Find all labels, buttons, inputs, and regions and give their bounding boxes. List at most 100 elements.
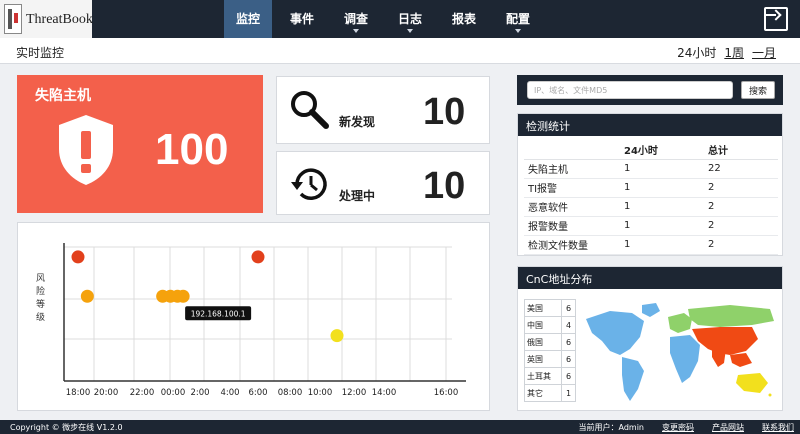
table-row[interactable]: 检测文件数量 1 2 — [524, 235, 778, 255]
cnc-distribution-panel: CnC地址分布 美国 6 中国 4 俄国 6 英国 6 土耳其 6 其它 1 — [517, 266, 783, 411]
x-tick-label: 00:00 — [161, 388, 186, 398]
row-total: 2 — [704, 197, 778, 217]
row-24h: 1 — [620, 197, 704, 217]
x-tick-label: 4:00 — [220, 388, 239, 398]
logout-icon[interactable] — [764, 7, 788, 31]
map-region-south-america — [622, 357, 644, 401]
product-site-link[interactable]: 产品网站 — [712, 422, 744, 433]
country-count: 6 — [561, 367, 576, 385]
nav-item-investigate[interactable]: 调查 — [332, 0, 380, 38]
country-name: 中国 — [524, 316, 562, 334]
nav-item-reports[interactable]: 报表 — [440, 0, 488, 38]
range-1month[interactable]: 一月 — [752, 44, 776, 61]
cnc-title: CnC地址分布 — [518, 267, 782, 289]
search-panel: 搜索 — [517, 75, 783, 105]
map-region-russia — [688, 305, 774, 327]
contact-us-link[interactable]: 联系我们 — [762, 422, 794, 433]
data-point — [176, 289, 190, 303]
table-row[interactable]: 俄国 6 — [524, 333, 576, 351]
logo-text: ThreatBook — [26, 12, 93, 27]
range-24h[interactable]: 24小时 — [677, 44, 716, 61]
country-name: 其它 — [524, 384, 562, 402]
new-found-label: 新发现 — [339, 115, 376, 129]
footer-links: 当前用户：Admin 变更密码 产品网站 联系我们 — [579, 422, 795, 433]
nav-label: 调查 — [343, 12, 368, 26]
caret-down-icon — [407, 29, 413, 33]
caret-down-icon — [353, 29, 359, 33]
row-24h: 1 — [620, 159, 704, 179]
tooltip-text: 192.168.100.1 — [191, 309, 246, 318]
x-tick-label: 6:00 — [248, 388, 267, 398]
x-tick-label: 2:00 — [190, 388, 209, 398]
nav-item-config[interactable]: 配置 — [494, 0, 542, 38]
nav-item-monitor[interactable]: 监控 — [224, 0, 272, 38]
country-name: 俄国 — [524, 333, 562, 351]
map-region-australia — [736, 373, 768, 393]
column-header: 24小时 — [620, 141, 704, 160]
search-input[interactable] — [527, 81, 733, 99]
nav-item-logs[interactable]: 日志 — [386, 0, 434, 38]
country-count: 4 — [561, 316, 576, 334]
country-name: 英国 — [524, 350, 562, 368]
row-name: TI报警 — [524, 178, 620, 198]
row-name: 恶意软件 — [524, 197, 620, 217]
row-name: 报警数量 — [524, 216, 620, 236]
table-row[interactable]: 其它 1 — [524, 384, 576, 402]
shield-alert-icon — [59, 115, 113, 185]
table-row[interactable]: TI报警 1 2 — [524, 178, 778, 198]
processing-card[interactable]: 处理中 10 — [276, 151, 490, 215]
map-region-north-america — [586, 311, 644, 355]
table-row[interactable]: 恶意软件 1 2 — [524, 197, 778, 217]
table-row[interactable]: 报警数量 1 2 — [524, 216, 778, 236]
nav-item-events[interactable]: 事件 — [278, 0, 326, 38]
risk-scatter-plot: 风险等级 18:00 20:00 22:00 00:00 2:00 4:00 6:00 08:0… — [36, 243, 466, 398]
table-row[interactable]: 失陷主机 1 22 — [524, 159, 778, 179]
column-header: 总计 — [704, 141, 778, 160]
map-region-africa — [670, 335, 700, 383]
page-title: 实时监控 — [16, 46, 65, 60]
map-region-southeast-asia — [730, 353, 752, 367]
x-tick-label: 14:00 — [372, 388, 397, 398]
new-found-card[interactable]: 新发现 10 — [276, 76, 490, 144]
map-region-south-asia — [712, 349, 726, 367]
copyright-text: Copyright © 微步在线 V1.2.0 — [10, 423, 123, 432]
search-button[interactable]: 搜索 — [741, 81, 775, 99]
country-count: 6 — [561, 333, 576, 351]
x-tick-label: 10:00 — [308, 388, 333, 398]
y-axis-label-char: 风 — [36, 273, 45, 284]
row-name: 失陷主机 — [524, 159, 620, 179]
footer: Copyright © 微步在线 V1.2.0 当前用户：Admin 变更密码 … — [0, 420, 800, 434]
detection-stats-panel: 检测统计 24小时 总计 失陷主机 1 22 TI报警 1 2 恶意软件 1 2… — [517, 113, 783, 256]
change-password-link[interactable]: 变更密码 — [662, 422, 694, 433]
compromised-hosts-card[interactable]: 失陷主机 100 — [17, 75, 263, 213]
row-name: 检测文件数量 — [524, 235, 620, 255]
detection-stats-table: 24小时 总计 失陷主机 1 22 TI报警 1 2 恶意软件 1 2 报警数量… — [524, 141, 778, 255]
table-row[interactable]: 美国 6 — [524, 299, 576, 317]
table-row[interactable]: 土耳其 6 — [524, 367, 576, 385]
row-total: 22 — [704, 159, 778, 179]
table-row[interactable]: 中国 4 — [524, 316, 576, 334]
time-range-selector: 24小时 1周 一月 — [677, 44, 776, 61]
logo[interactable]: ThreatBook — [0, 0, 93, 38]
y-axis-label-char: 等 — [36, 298, 45, 310]
map-region-europe — [668, 313, 692, 333]
world-map[interactable] — [580, 297, 778, 407]
row-24h: 1 — [620, 235, 704, 255]
row-total: 2 — [704, 216, 778, 236]
country-name: 美国 — [524, 299, 562, 317]
compromised-count: 100 — [155, 125, 229, 174]
top-nav-bar: ThreatBook 监控 事件 调查 日志 报表 配置 — [0, 0, 800, 38]
magnifier-icon — [291, 91, 329, 129]
country-name: 土耳其 — [524, 367, 562, 385]
row-total: 2 — [704, 235, 778, 255]
x-tick-label: 16:00 — [434, 388, 459, 398]
nav-label: 监控 — [235, 12, 260, 26]
detection-stats-title: 检测统计 — [518, 114, 782, 136]
map-region-greenland — [642, 303, 660, 317]
new-found-count: 10 — [423, 91, 466, 133]
data-point — [251, 250, 265, 264]
table-row[interactable]: 英国 6 — [524, 350, 576, 368]
processing-label: 处理中 — [339, 189, 376, 203]
nav-label: 日志 — [397, 12, 422, 26]
range-1week[interactable]: 1周 — [724, 44, 744, 61]
